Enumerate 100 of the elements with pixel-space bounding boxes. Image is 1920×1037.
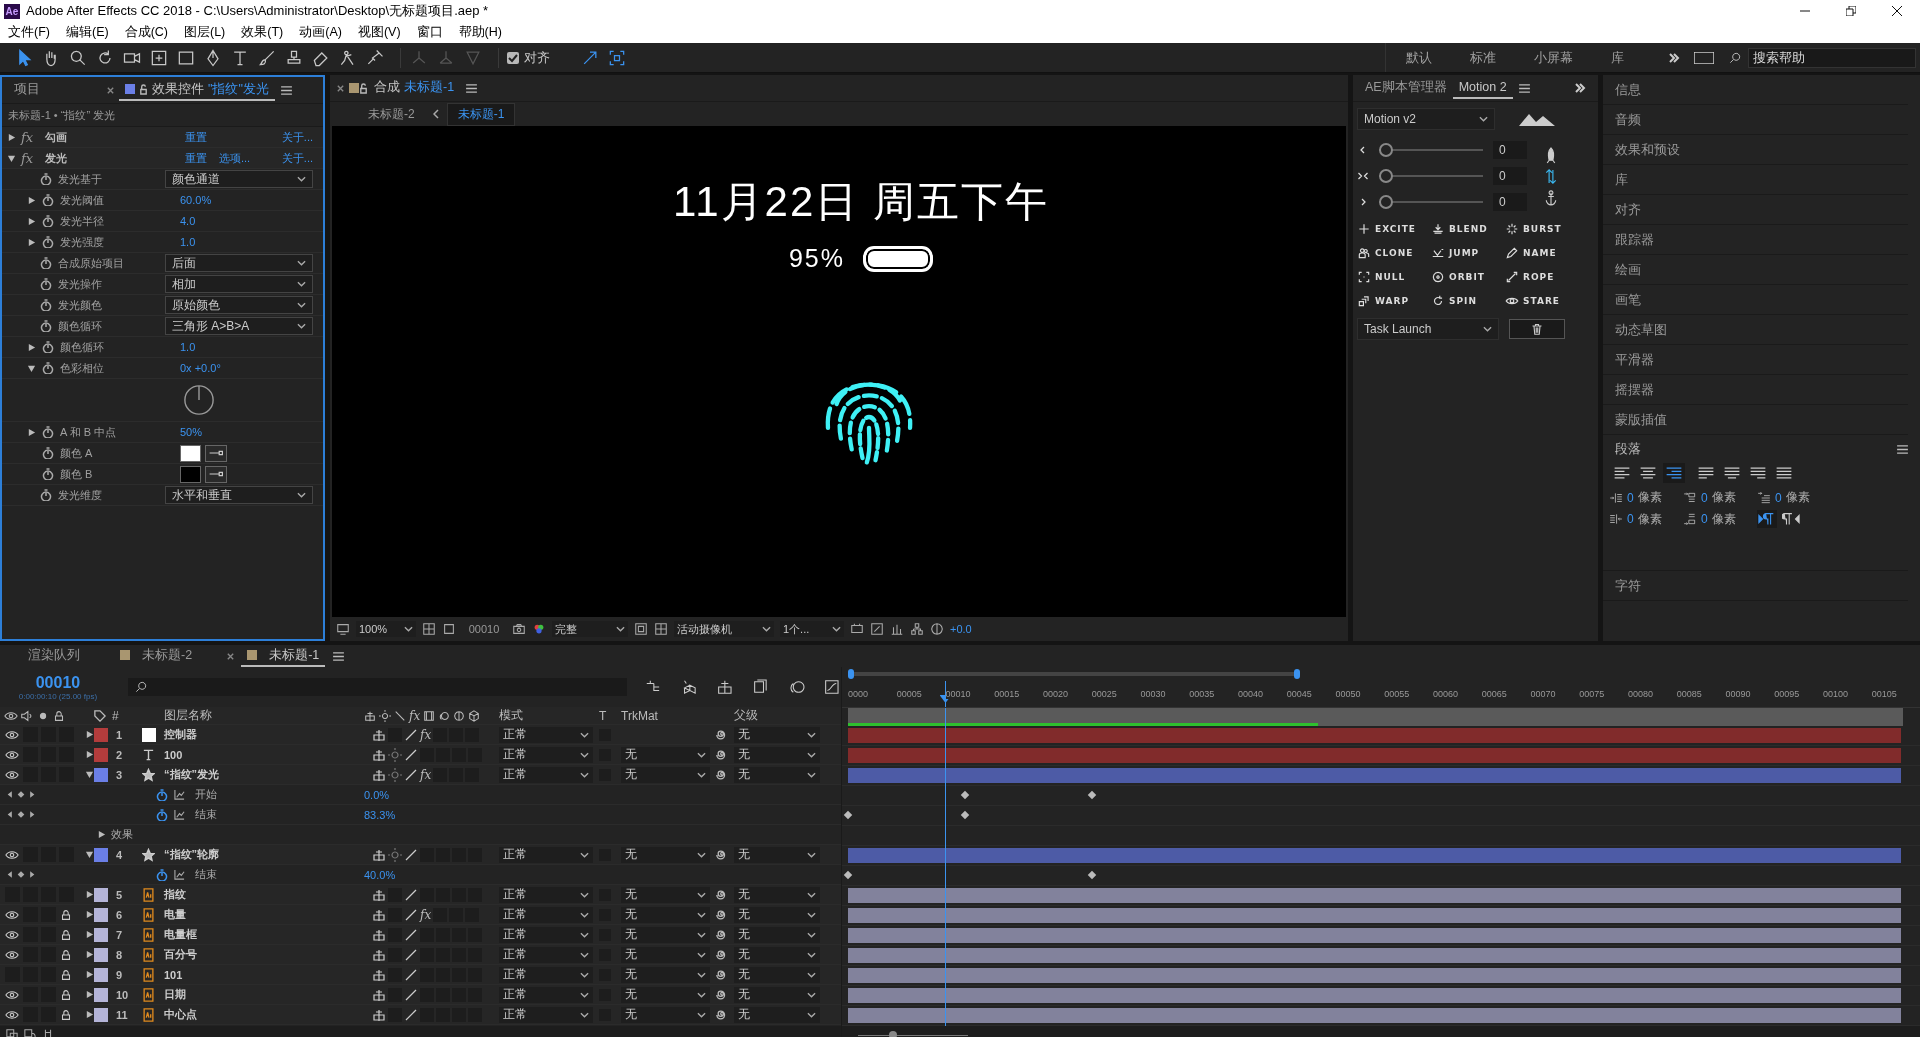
layer-name[interactable]: 控制器 [164,727,364,742]
close-icon[interactable] [336,83,345,93]
property-value[interactable]: 0x +0.0° [180,362,221,374]
orbit-button[interactable]: ORBIT [1431,270,1501,284]
shy-icon[interactable] [372,727,386,742]
label-swatch[interactable] [94,967,108,982]
timeline-tab[interactable]: 未标题-1 [241,645,326,667]
about-link[interactable]: 关于... [281,129,313,145]
expand-toggle[interactable] [85,770,94,779]
stopwatch-icon[interactable] [42,362,54,374]
effect-switch[interactable]: fx [420,727,432,742]
pick-whip-icon[interactable] [716,848,728,861]
property-value[interactable]: 83.3% [364,808,499,821]
stopwatch-icon[interactable] [39,278,52,290]
menu-item[interactable]: 编辑(E) [57,24,117,41]
shy-icon[interactable] [372,967,386,982]
workspace-tab[interactable]: 库 [1611,48,1624,67]
label-swatch[interactable] [94,907,108,922]
panel-header[interactable]: 绘画 [1603,255,1908,285]
search-field[interactable] [127,678,627,696]
timeline-tab[interactable]: 渲染队列 [22,645,86,667]
layer-name[interactable]: 日期 [164,987,364,1002]
preset-dropdown[interactable]: Motion v2 [1357,108,1495,130]
color-swatch[interactable] [180,465,201,483]
parent-dropdown[interactable]: 无 [734,746,820,763]
track-matte-dropdown[interactable]: 无 [621,946,710,963]
stopwatch-icon[interactable] [156,868,168,881]
exposure-icon[interactable] [930,622,944,636]
track-matte-dropdown[interactable]: 无 [621,886,710,903]
stopwatch-icon[interactable] [42,447,54,459]
angle-dial[interactable] [183,384,215,416]
blend-button[interactable]: BLEND [1431,222,1501,236]
layer-name[interactable]: 指纹 [164,887,364,902]
camera-dropdown[interactable]: 活动摄像机 [674,621,774,637]
shy-icon[interactable] [372,1007,386,1022]
dropdown[interactable]: 颜色通道 [165,170,313,188]
layer-name[interactable]: “指纹”轮廓 [164,847,364,862]
panel-header[interactable]: 蒙版插值 [1603,405,1908,435]
menu-item[interactable]: 图层(L) [176,24,234,41]
track-matte-dropdown[interactable]: 无 [621,926,710,943]
close-icon[interactable] [106,85,115,95]
expand-toggle[interactable] [85,990,94,999]
stopwatch-icon[interactable] [39,257,52,269]
effect-switch[interactable]: fx [420,907,432,922]
shy-icon[interactable] [372,907,386,922]
panel-tab[interactable]: 效果控件 "指纹"发光 [119,79,275,101]
menu-icon[interactable] [1897,444,1908,454]
label-swatch[interactable] [94,947,108,962]
label-swatch[interactable] [94,1007,108,1022]
expand-toggle[interactable] [85,910,94,919]
parent-dropdown[interactable]: 无 [734,1006,820,1023]
layer-name[interactable]: 电量框 [164,927,364,942]
pick-whip-icon[interactable] [716,888,728,901]
stopwatch-icon[interactable] [39,489,52,501]
options-link[interactable]: 选项... [219,151,251,164]
layer-name[interactable]: 100 [164,748,364,761]
null-button[interactable]: NULL [1357,270,1427,284]
shy-icon[interactable] [372,847,386,862]
channels-icon[interactable] [532,622,546,636]
time-navigator[interactable] [848,708,1903,726]
panel-header[interactable]: 摇摆器 [1603,375,1908,405]
slider-value[interactable]: 0 [1493,193,1527,211]
lock-icon[interactable] [59,1008,73,1021]
align-right-button[interactable] [1663,463,1685,483]
shy-icon[interactable] [372,947,386,962]
indent-value[interactable]: 0 [1701,490,1708,505]
dropdown[interactable]: 相加 [165,275,313,293]
stopwatch-icon[interactable] [42,341,54,353]
mode-dropdown[interactable]: 正常 [499,1006,593,1023]
shy-icon[interactable] [372,987,386,1002]
stopwatch-icon[interactable] [42,426,54,438]
ltr-direction-button[interactable] [1757,510,1777,528]
stopwatch-icon[interactable] [156,788,168,801]
slash-icon[interactable] [404,887,418,902]
current-time[interactable]: 00010 [462,623,506,635]
expand-toggle[interactable] [27,363,36,373]
shy-icon[interactable] [372,887,386,902]
track-matte-dropdown[interactable]: 无 [621,766,710,783]
menu-item[interactable]: 窗口 [408,24,451,41]
stopwatch-icon[interactable] [39,299,52,311]
region-icon[interactable] [634,622,648,636]
slash-icon[interactable] [404,1007,418,1022]
more-icon[interactable] [1668,51,1680,64]
expand-toggle[interactable] [85,970,94,979]
color-swatch[interactable] [180,444,201,462]
layer-name[interactable]: 电量 [164,907,364,922]
about-link[interactable]: 关于... [281,150,313,166]
track-matte-dropdown[interactable]: 无 [621,906,710,923]
expand-toggle[interactable] [85,930,94,939]
panel-tab[interactable]: Motion 2 [1452,77,1513,99]
burst-button[interactable]: BURST [1505,222,1575,236]
pick-whip-icon[interactable] [716,948,728,961]
keyframe-marker[interactable] [1087,790,1097,800]
pick-whip-icon[interactable] [716,768,728,781]
keyframe-navigator[interactable] [6,809,36,819]
eyedropper-button[interactable] [205,465,227,483]
mask-icon[interactable] [442,622,456,636]
layer-name[interactable]: 101 [164,968,364,981]
expand-toggle[interactable] [85,730,94,739]
slash-icon[interactable] [404,967,418,982]
